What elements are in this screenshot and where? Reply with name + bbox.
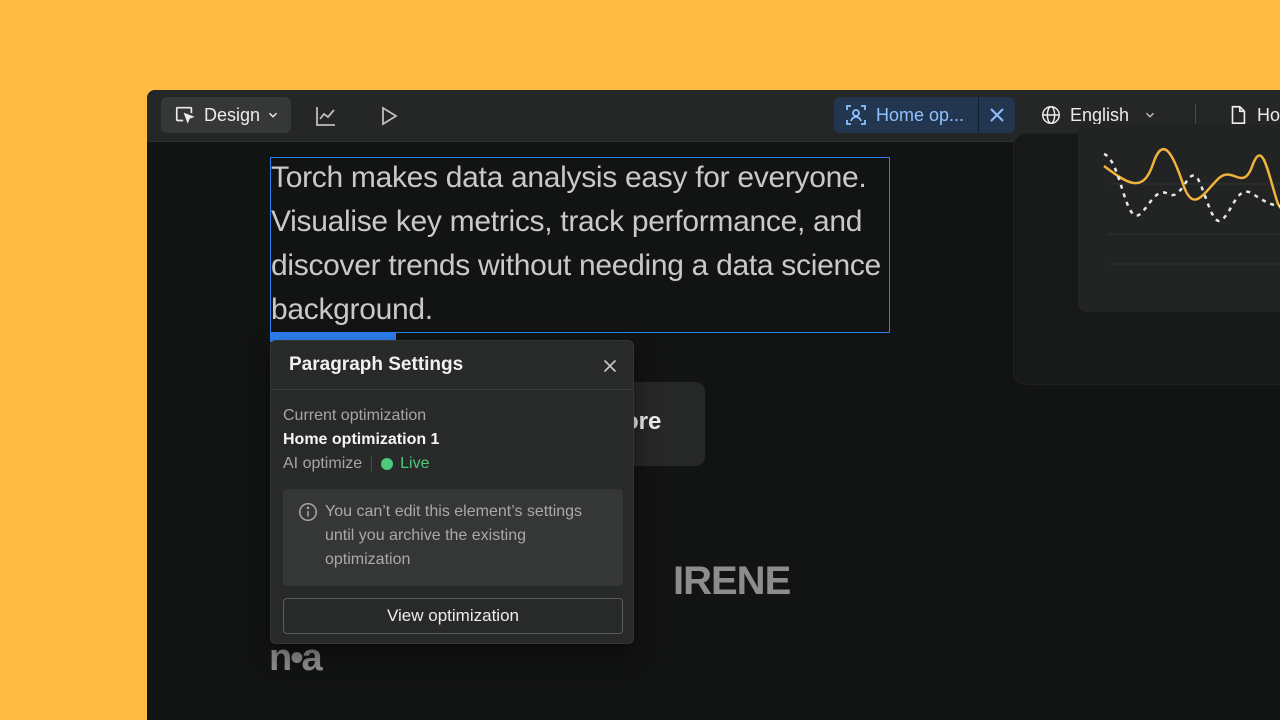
mini-line-chart (1103, 148, 1280, 265)
page-label: Ho (1257, 104, 1280, 125)
logo-irene: IRENE (673, 559, 791, 603)
mode-label: Design (204, 104, 261, 125)
meta-divider (371, 456, 373, 472)
line-chart-icon[interactable] (314, 104, 338, 128)
ai-person-icon (846, 105, 866, 125)
chevron-down-icon (269, 112, 278, 118)
globe-icon (1042, 106, 1060, 124)
optimization-chip[interactable]: Home op... (834, 97, 1015, 133)
status-badge: Live (400, 455, 430, 472)
play-icon[interactable] (376, 104, 400, 128)
locked-notice-text: You can’t edit this element’s settings u… (325, 503, 583, 568)
view-optimization-button[interactable]: View optimization (283, 598, 623, 634)
paragraph-settings-panel: Paragraph Settings Current optimization … (270, 340, 634, 644)
optimization-type: AI optimize (283, 455, 363, 472)
optimization-meta: AI optimize Live (283, 452, 621, 476)
close-icon[interactable] (985, 103, 1009, 127)
close-icon[interactable] (599, 355, 621, 377)
info-icon (299, 503, 317, 521)
editor-window: Design Home op... English Ho Torch makes… (147, 90, 1280, 720)
panel-body: Current optimization Home optimization 1… (271, 390, 633, 634)
chart-preview (1078, 124, 1280, 312)
mode-dropdown[interactable]: Design (161, 97, 291, 133)
panel-header: Paragraph Settings (271, 341, 633, 390)
status-dot-icon (381, 458, 394, 470)
chart-card (1013, 124, 1280, 385)
cursor-select-icon (175, 106, 195, 124)
current-optimization-name: Home optimization 1 (283, 431, 440, 448)
language-label: English (1070, 104, 1130, 125)
design-canvas[interactable]: Torch makes data analysis easy for every… (147, 124, 1280, 720)
hero-paragraph-text: Torch makes data analysis easy for every… (271, 161, 881, 326)
current-optimization-label: Current optimization (283, 407, 427, 424)
hero-paragraph[interactable]: Torch makes data analysis easy for every… (270, 157, 890, 333)
series-solid-line (1103, 148, 1280, 210)
optimization-chip-label: Home op... (876, 104, 965, 125)
chip-divider (978, 97, 979, 133)
page-icon (1231, 105, 1246, 125)
chevron-down-icon (1146, 112, 1155, 118)
panel-title: Paragraph Settings (289, 354, 464, 375)
locked-notice: You can’t edit this element’s settings u… (283, 489, 623, 586)
